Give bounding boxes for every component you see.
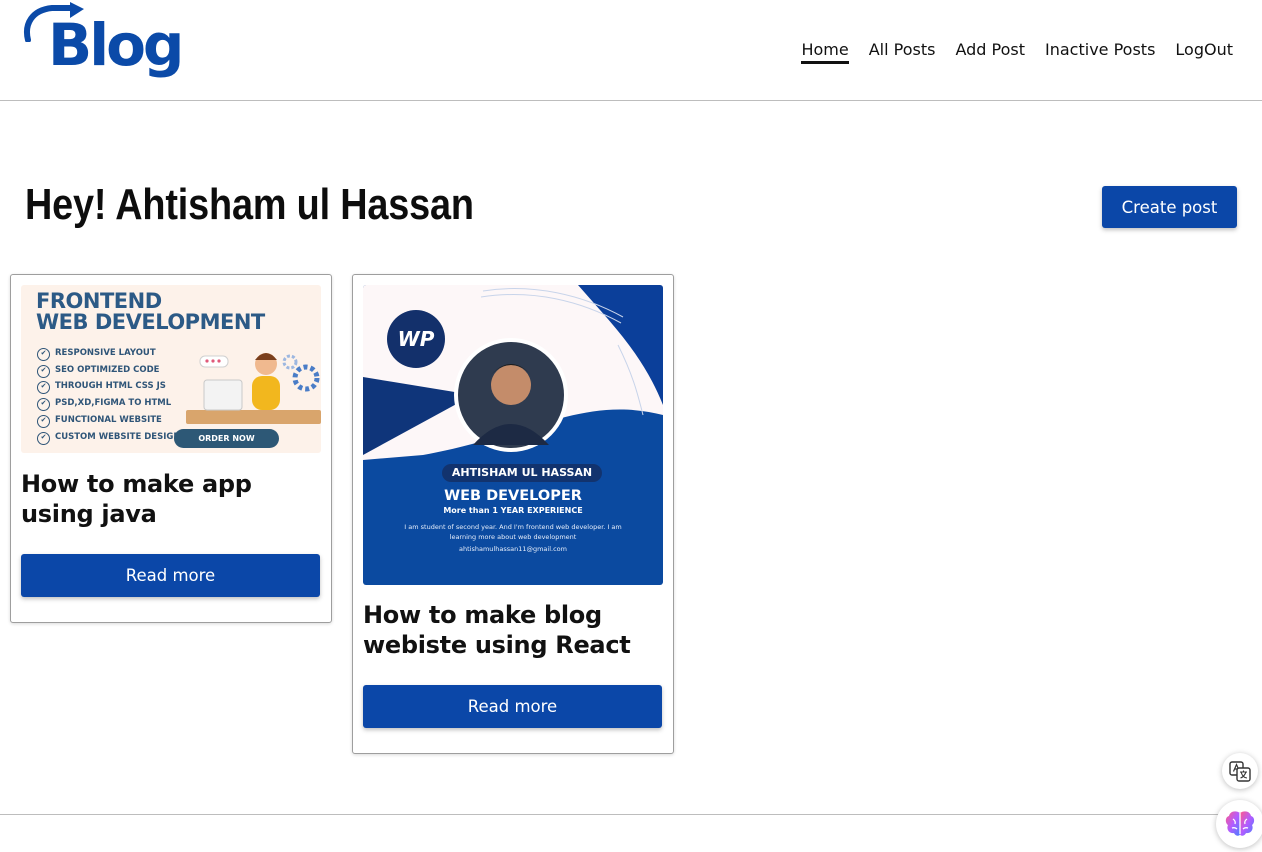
brain-icon xyxy=(1225,811,1255,836)
thumb-description: I am student of second year. And I'm fro… xyxy=(404,523,622,541)
site-header: Blog Home All Posts Add Post Inactive Po… xyxy=(0,0,1262,101)
thumb-name: AHTISHAM UL HASSAN xyxy=(442,464,602,482)
post-thumbnail[interactable]: FRONTEND WEB DEVELOPMENT RESPONSIVE LAYO… xyxy=(21,285,321,453)
thumb-feature-list: RESPONSIVE LAYOUT SEO OPTIMIZED CODE THR… xyxy=(37,345,180,445)
create-post-button[interactable]: Create post xyxy=(1102,186,1237,228)
thumb-order-badge: ORDER NOW xyxy=(174,429,279,448)
wp-badge: WP xyxy=(387,310,445,368)
read-more-button[interactable]: Read more xyxy=(363,685,662,728)
thumb-heading-line1: FRONTEND xyxy=(36,289,162,313)
thumb-role: WEB DEVELOPER xyxy=(444,488,582,504)
nav-all-posts[interactable]: All Posts xyxy=(869,38,936,62)
post-thumbnail[interactable]: WP AHTISHAM UL HASSAN WEB DEVELOPER More… xyxy=(363,285,663,585)
nav-inactive-posts[interactable]: Inactive Posts xyxy=(1045,38,1155,62)
main-nav: Home All Posts Add Post Inactive Posts L… xyxy=(801,38,1233,64)
post-card: FRONTEND WEB DEVELOPMENT RESPONSIVE LAYO… xyxy=(10,274,332,623)
nav-logout[interactable]: LogOut xyxy=(1175,38,1233,62)
thumb-feature: THROUGH HTML CSS JS xyxy=(37,378,180,395)
thumb-experience: More than 1 YEAR EXPERIENCE xyxy=(443,506,583,515)
translate-icon xyxy=(1229,761,1251,782)
thumb-feature: FUNCTIONAL WEBSITE xyxy=(37,412,180,429)
post-title: How to make blog webiste using React xyxy=(363,601,631,659)
thumb-feature: CUSTOM WEBSITE DESIGN xyxy=(37,429,180,446)
logo-text: Blog xyxy=(48,11,184,79)
assistant-widget-button[interactable] xyxy=(1216,800,1262,848)
post-title: How to make app using java xyxy=(21,470,252,528)
read-more-button[interactable]: Read more xyxy=(21,554,320,597)
nav-home[interactable]: Home xyxy=(801,38,849,64)
thumb-feature: PSD,XD,FIGMA TO HTML xyxy=(37,395,180,412)
thumb-feature: SEO OPTIMIZED CODE xyxy=(37,362,180,379)
thumb-email: ahtishamulhassan11@gmail.com xyxy=(459,545,567,553)
blog-logo[interactable]: Blog xyxy=(22,2,184,98)
post-card: WP AHTISHAM UL HASSAN WEB DEVELOPER More… xyxy=(352,274,674,754)
translate-widget-button[interactable] xyxy=(1222,753,1258,789)
thumb-heading: FRONTEND WEB DEVELOPMENT xyxy=(36,291,265,333)
nav-add-post[interactable]: Add Post xyxy=(955,38,1025,62)
page-title: Hey! Ahtisham ul Hassan xyxy=(25,180,474,229)
thumb-feature: RESPONSIVE LAYOUT xyxy=(37,345,180,362)
footer-divider xyxy=(0,814,1262,815)
developer-illustration-icon xyxy=(186,353,321,424)
thumb-heading-line2: WEB DEVELOPMENT xyxy=(36,310,265,334)
